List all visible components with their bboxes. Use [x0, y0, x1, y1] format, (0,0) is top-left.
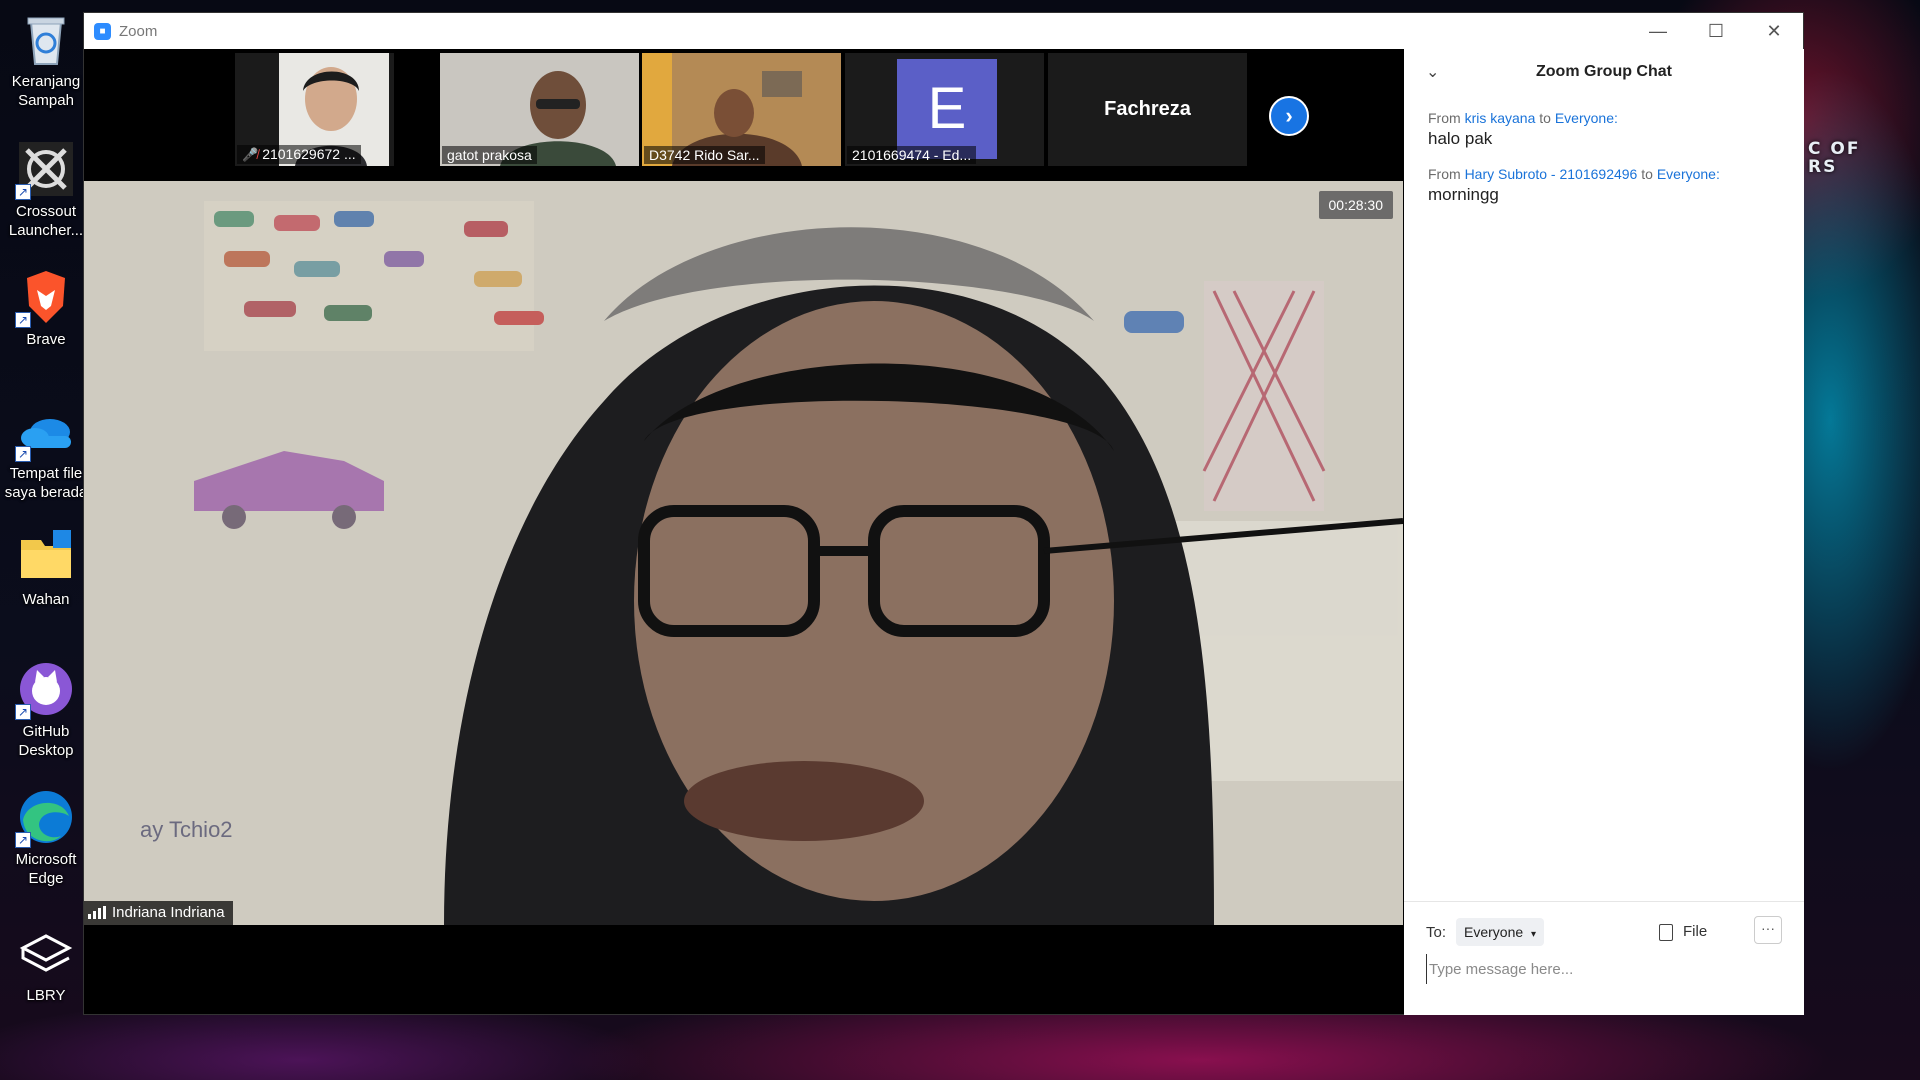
- desktop-icon-label: Brave: [26, 331, 66, 348]
- speaker-name: Indriana Indriana: [112, 904, 225, 921]
- shortcut-arrow-icon: ↗: [15, 184, 31, 200]
- minimize-icon: —: [1649, 20, 1667, 41]
- participant-name: Fachreza: [1104, 98, 1191, 120]
- participant-name: 🎤̸ 2101629672 ...: [237, 145, 361, 164]
- github-desktop-icon: ↗: [15, 660, 75, 720]
- crossout-icon: ↗: [15, 140, 75, 200]
- recipient-dropdown[interactable]: Everyone ▾: [1456, 918, 1545, 946]
- desktop-icon-label: LBRY: [26, 987, 66, 1004]
- chat-panel: ⌄ Zoom Group Chat From kris kayana to Ev…: [1404, 49, 1804, 1015]
- chat-messages: From kris kayana to Everyone: halo pak F…: [1428, 109, 1788, 221]
- participant-tile[interactable]: 🎤̸ 2101629672 ...: [235, 53, 394, 166]
- chat-message: From kris kayana to Everyone: halo pak: [1428, 109, 1788, 151]
- message-text: morningg: [1428, 185, 1499, 204]
- shortcut-arrow-icon: ↗: [15, 832, 31, 848]
- meeting-timer: 00:28:30: [1318, 191, 1393, 219]
- desktop-icon-label: Keranjang Sampah: [11, 73, 81, 109]
- chat-header: ⌄ Zoom Group Chat: [1404, 49, 1804, 95]
- chevron-right-icon: ›: [1285, 103, 1293, 128]
- edge-icon: ↗: [15, 788, 75, 848]
- ellipsis-icon: ···: [1761, 920, 1775, 936]
- more-options-button[interactable]: ···: [1754, 916, 1782, 944]
- signal-strength-icon: [88, 906, 106, 919]
- close-icon: ✕: [1766, 20, 1782, 41]
- desktop-icon-github-desktop[interactable]: ↗ GitHub Desktop: [0, 660, 92, 760]
- title-bar[interactable]: ■ Zoom — ☐ ✕: [84, 13, 1803, 49]
- speaker-name-label: Indriana Indriana: [84, 901, 233, 925]
- desktop-icon-edge[interactable]: ↗ Microsoft Edge: [0, 788, 92, 888]
- recipient-value: Everyone: [1464, 924, 1524, 940]
- participant-tile[interactable]: E 2101669474 - Ed...: [845, 53, 1044, 166]
- chat-compose: To: Everyone ▾ File ···: [1404, 901, 1804, 1015]
- speaker-video-frame: ay Tchio2: [84, 181, 1403, 925]
- lbry-icon: [17, 924, 75, 982]
- wallpaper-logo-text: C OF RS: [1808, 139, 1861, 177]
- maximize-icon: ☐: [1707, 20, 1725, 41]
- next-page-button[interactable]: ›: [1269, 96, 1309, 136]
- desktop-icons: Keranjang Sampah ↗ Crossout Launcher... …: [0, 0, 92, 1010]
- shortcut-arrow-icon: ↗: [15, 446, 31, 462]
- desktop-icon-label: Tempat file saya berada: [4, 465, 88, 501]
- desktop-icon-brave[interactable]: ↗ Brave: [0, 268, 92, 349]
- shortcut-arrow-icon: ↗: [15, 312, 31, 328]
- close-button[interactable]: ✕: [1745, 13, 1803, 49]
- desktop-icon-recycle-bin[interactable]: Keranjang Sampah: [0, 10, 92, 110]
- chevron-down-icon: ▾: [1531, 929, 1537, 940]
- participant-name: gatot prakosa: [442, 146, 537, 164]
- window-controls: — ☐ ✕: [1629, 13, 1803, 49]
- file-button[interactable]: File: [1659, 918, 1707, 946]
- to-label: To:: [1426, 924, 1447, 941]
- desktop-icon-onedrive[interactable]: ↗ Tempat file saya berada: [0, 402, 92, 502]
- message-meta: From kris kayana to Everyone:: [1428, 110, 1618, 126]
- message-text: halo pak: [1428, 129, 1493, 148]
- desktop-icon-label: Wahan: [22, 591, 70, 608]
- maximize-button[interactable]: ☐: [1687, 13, 1745, 49]
- desktop-icon-lbry[interactable]: LBRY: [0, 924, 92, 1005]
- chat-title: Zoom Group Chat: [1536, 63, 1672, 80]
- zoom-window: ■ Zoom — ☐ ✕ 🎤̸ 2101629672 ... gatot pra…: [83, 12, 1804, 1015]
- muted-microphone-icon: 🎤̸: [242, 147, 259, 162]
- participant-tile[interactable]: D3742 Rido Sar...: [642, 53, 841, 166]
- recycle-bin-icon: [17, 10, 75, 68]
- onedrive-icon: ↗: [15, 402, 75, 462]
- file-icon: [1659, 923, 1673, 941]
- sender-link[interactable]: Hary Subroto - 2101692496: [1465, 166, 1638, 182]
- chevron-down-icon[interactable]: ⌄: [1426, 62, 1439, 82]
- zoom-logo-icon: ■: [94, 22, 111, 40]
- window-title: Zoom: [119, 22, 158, 40]
- active-speaker-video[interactable]: ay Tchio2 00:28:30 Indriana Indriana: [84, 181, 1403, 925]
- participant-name: D3742 Rido Sar...: [644, 146, 765, 164]
- recipient-link[interactable]: Everyone:: [1555, 110, 1618, 126]
- desktop-icon-label: Crossout Launcher...: [8, 203, 84, 239]
- message-meta: From Hary Subroto - 2101692496 to Everyo…: [1428, 166, 1720, 182]
- desktop-icon-label: Microsoft Edge: [15, 851, 77, 887]
- folder-icon: [17, 528, 75, 586]
- participant-tile[interactable]: gatot prakosa: [440, 53, 639, 166]
- desktop-icon-wahan[interactable]: Wahan: [0, 528, 92, 609]
- desktop-icon-label: GitHub Desktop: [18, 723, 74, 759]
- participant-initial-avatar: E: [897, 59, 997, 159]
- minimize-button[interactable]: —: [1629, 13, 1687, 49]
- participant-name: 2101669474 - Ed...: [847, 146, 977, 164]
- recipient-link[interactable]: Everyone:: [1657, 166, 1720, 182]
- message-input[interactable]: [1426, 954, 1776, 984]
- gallery-strip: 🎤̸ 2101629672 ... gatot prakosa D3742 Rid…: [84, 49, 1403, 181]
- chat-message: From Hary Subroto - 2101692496 to Everyo…: [1428, 165, 1788, 207]
- brave-icon: ↗: [15, 268, 75, 328]
- sender-link[interactable]: kris kayana: [1465, 110, 1536, 126]
- svg-text:ay Tchio2: ay Tchio2: [140, 817, 233, 842]
- file-label: File: [1683, 923, 1708, 940]
- desktop-icon-crossout[interactable]: ↗ Crossout Launcher...: [0, 140, 92, 240]
- participant-tile[interactable]: Fachreza: [1048, 53, 1247, 166]
- shortcut-arrow-icon: ↗: [15, 704, 31, 720]
